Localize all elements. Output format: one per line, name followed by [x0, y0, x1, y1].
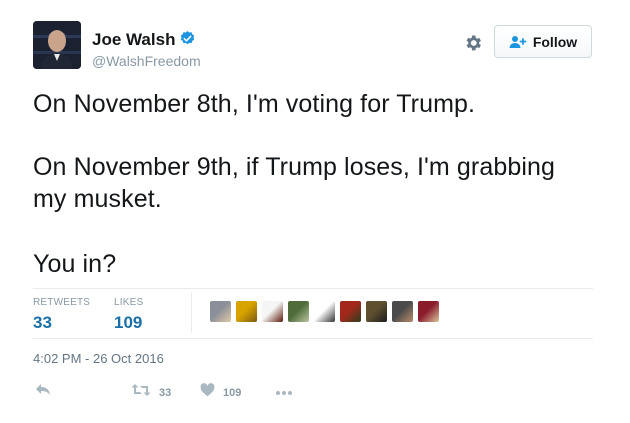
gear-icon[interactable]	[463, 33, 483, 53]
tweet-text-line-2: On November 9th, if Trump loses, I'm gra…	[33, 153, 555, 181]
person-add-icon	[509, 35, 527, 49]
more-button[interactable]	[275, 383, 293, 401]
liker-avatar[interactable]	[340, 301, 361, 322]
retweet-button[interactable]: 33	[131, 383, 171, 402]
avatar-photo-icon	[33, 21, 81, 69]
divider-top	[33, 288, 593, 289]
liker-avatar[interactable]	[314, 301, 335, 322]
like-count: 109	[223, 386, 242, 399]
display-name[interactable]: Joe Walsh	[92, 30, 196, 50]
likes-count[interactable]: 109	[114, 313, 142, 333]
retweet-icon	[131, 383, 151, 402]
heart-icon	[200, 383, 215, 402]
reply-button[interactable]	[35, 383, 51, 402]
more-dots-icon	[275, 383, 293, 401]
user-handle[interactable]: @WalshFreedom	[92, 53, 201, 69]
follow-label: Follow	[532, 33, 578, 50]
liker-avatar[interactable]	[418, 301, 439, 322]
retweets-label[interactable]: RETWEETS	[33, 297, 90, 308]
follow-button[interactable]: Follow	[494, 25, 592, 58]
tweet-text-line-4: You in?	[33, 250, 117, 278]
divider-bottom	[33, 338, 593, 339]
tweet-text-line-1: On November 8th, I'm voting for Trump.	[33, 90, 476, 118]
verified-badge-icon	[179, 30, 196, 47]
likes-label[interactable]: LIKES	[114, 297, 143, 308]
like-button[interactable]: 109	[200, 383, 241, 402]
liker-avatar[interactable]	[236, 301, 257, 322]
tweet-text-line-3: my musket.	[33, 185, 162, 213]
liker-avatar[interactable]	[288, 301, 309, 322]
retweet-count: 33	[159, 386, 172, 399]
liker-avatar[interactable]	[366, 301, 387, 322]
retweets-count[interactable]: 33	[33, 313, 52, 333]
liker-avatar[interactable]	[262, 301, 283, 322]
tweet-timestamp[interactable]: 4:02 PM - 26 Oct 2016	[33, 351, 164, 366]
reply-icon	[35, 383, 51, 402]
liker-avatar[interactable]	[210, 301, 231, 322]
tweet-card: Joe Walsh @WalshFreedom Follow On Novemb…	[0, 0, 630, 423]
avatar[interactable]	[33, 21, 81, 69]
stats-separator	[191, 293, 192, 333]
liker-avatar[interactable]	[392, 301, 413, 322]
display-name-text[interactable]: Joe Walsh	[92, 30, 175, 49]
